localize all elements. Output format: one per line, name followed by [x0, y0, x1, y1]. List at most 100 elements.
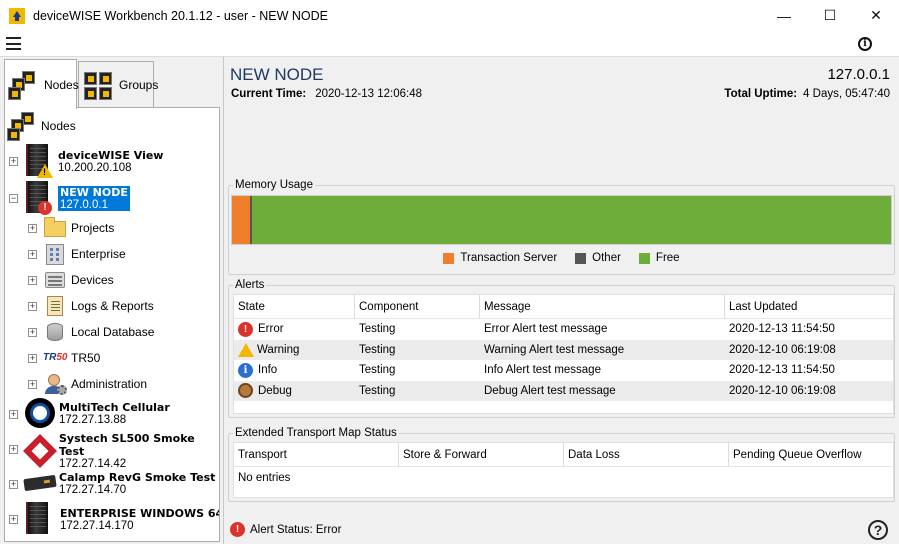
cell-updated: 2020-12-13 11:54:50 — [725, 364, 893, 376]
expand-toggle[interactable]: + — [28, 328, 37, 337]
tree-item-logs[interactable]: Logs & Reports — [43, 295, 154, 317]
folder-icon — [43, 217, 67, 239]
cell-text: Error — [258, 323, 284, 336]
tree-item-tr50[interactable]: TR50 TR50 — [43, 347, 100, 369]
transport-map-table: Transport Store & Forward Data Loss Pend… — [233, 442, 894, 498]
expand-toggle[interactable]: + — [28, 380, 37, 389]
cell-updated: 2020-12-10 06:19:08 — [725, 385, 893, 397]
empty-message: No entries — [238, 472, 291, 484]
column-header-transport[interactable]: Transport — [234, 443, 399, 466]
node-ip: 172.27.14.70 — [59, 483, 127, 496]
close-button[interactable]: ✕ — [853, 0, 899, 31]
systech-icon — [23, 434, 57, 468]
current-time: Current Time: 2020-12-13 12:06:48 — [231, 88, 422, 100]
legend-item: Transaction Server — [443, 252, 557, 264]
legend-item: Other — [575, 252, 621, 264]
tree-node[interactable]: Calamp RevG Smoke Test No 172.27.14.70 — [23, 467, 220, 499]
tab-nodes-label: Nodes — [44, 77, 79, 92]
node-ip: 172.27.14.170 — [60, 519, 134, 532]
node-tree: Nodes + deviceWISE View 10.200.20.108 − … — [4, 107, 220, 542]
error-icon: ! — [230, 522, 245, 537]
expand-toggle[interactable]: + — [28, 250, 37, 259]
tab-groups-label: Groups — [119, 77, 159, 92]
expand-toggle[interactable]: + — [9, 445, 18, 454]
cell-text: Testing — [359, 323, 396, 336]
tree-node[interactable]: MultiTech Cellular 172.27.13.88 — [24, 397, 170, 429]
expand-toggle[interactable]: + — [28, 354, 37, 363]
node-ip: 127.0.0.1 — [60, 198, 108, 211]
cell-component: Testing — [355, 385, 480, 397]
help-icon[interactable]: ? — [868, 520, 888, 540]
error-icon: ! — [238, 321, 253, 337]
tree-node-selected[interactable]: ! NEW NODE 127.0.0.1 — [24, 181, 130, 215]
tree-item-label: TR50 — [71, 351, 101, 365]
tree-item-local-database[interactable]: Local Database — [43, 321, 154, 343]
cell-message: Error Alert test message — [480, 323, 725, 335]
tr50-icon: TR50 — [43, 352, 68, 363]
current-time-label: Current Time: — [231, 88, 307, 100]
column-header-data-loss[interactable]: Data Loss — [564, 443, 729, 466]
expand-toggle[interactable]: + — [9, 480, 18, 489]
tree-item-enterprise[interactable]: Enterprise — [43, 243, 126, 265]
cell-state: i Info — [234, 362, 355, 378]
alert-status-label: Alert Status: — [250, 523, 313, 536]
tree-node[interactable]: deviceWISE View 10.200.20.108 — [24, 144, 163, 178]
column-header-state[interactable]: State — [234, 295, 355, 318]
tree-node[interactable]: Systech SL500 Smoke Test 172.27.14.42 — [23, 432, 219, 470]
memory-segment — [251, 196, 891, 244]
legend-swatch — [638, 252, 650, 264]
table-row[interactable]: i Info Testing Info Alert test message 2020-… — [234, 360, 893, 381]
maximize-button[interactable]: ☐ — [807, 0, 853, 31]
expand-toggle[interactable]: + — [28, 302, 37, 311]
tree-item-devices[interactable]: Devices — [43, 269, 114, 291]
tree-item-label: Projects — [71, 221, 115, 235]
legend-label: Free — [655, 252, 680, 264]
table-row[interactable]: ! Error Testing Error Alert test message 202… — [234, 319, 893, 340]
node-detail-panel: NEW NODE 127.0.0.1 Current Time: 2020-12-… — [224, 57, 899, 544]
app-logo-icon — [9, 7, 25, 24]
legend-label: Transaction Server — [460, 252, 558, 264]
expand-toggle[interactable]: + — [28, 224, 37, 233]
hamburger-menu-icon[interactable] — [6, 37, 21, 50]
cell-text: Debug — [258, 384, 292, 397]
expand-toggle[interactable]: + — [9, 515, 18, 524]
column-header-store-forward[interactable]: Store & Forward — [399, 443, 564, 466]
expand-toggle[interactable]: + — [9, 410, 18, 419]
node-name: deviceWISE View — [58, 148, 164, 162]
expand-toggle[interactable]: + — [9, 157, 18, 166]
node-label: Calamp RevG Smoke Test No 172.27.14.70 — [59, 470, 220, 496]
table-row[interactable]: Warning Testing Warning Alert test message… — [234, 339, 893, 360]
error-icon: ! — [38, 201, 52, 215]
node-ip-header: 127.0.0.1 — [827, 66, 890, 83]
node-title: NEW NODE — [230, 65, 324, 84]
tree-item-administration[interactable]: Administration — [43, 373, 147, 395]
tree-root-label: Nodes — [41, 119, 76, 133]
tree-item-label: Logs & Reports — [71, 299, 154, 313]
info-icon[interactable]: i — [858, 37, 872, 51]
minimize-button[interactable]: — — [761, 0, 807, 31]
column-header-last-updated[interactable]: Last Updated — [725, 295, 893, 318]
tree-node[interactable]: ENTERPRISE WINDOWS 64-BI 172.27.14.170 — [24, 502, 219, 536]
cell-component: Testing — [355, 323, 480, 335]
column-header-message[interactable]: Message — [480, 295, 725, 318]
expand-toggle[interactable]: + — [28, 276, 37, 285]
tab-groups[interactable]: Groups — [78, 61, 158, 107]
nodes-icon — [8, 69, 40, 101]
window-controls: — ☐ ✕ — [761, 0, 899, 31]
database-icon — [43, 321, 67, 343]
cell-text: 2020-12-10 06:19:08 — [729, 384, 836, 397]
tree-item-projects[interactable]: Projects — [43, 217, 114, 239]
tab-nodes[interactable]: Nodes — [4, 59, 79, 109]
table-row[interactable]: Debug Testing Debug Alert test message 2020… — [234, 380, 893, 401]
column-header-component[interactable]: Component — [355, 295, 480, 318]
cell-component: Testing — [355, 364, 480, 376]
nodes-icon — [7, 110, 39, 142]
node-name: Calamp RevG Smoke Test No — [59, 470, 220, 484]
multitech-icon — [24, 397, 56, 429]
tree-root[interactable]: Nodes — [7, 110, 76, 142]
collapse-toggle[interactable]: − — [9, 194, 18, 203]
cell-updated: 2020-12-10 06:19:08 — [725, 344, 893, 356]
memory-usage-group: Memory Usage Transaction Server Other Free — [228, 179, 895, 275]
column-header-pending-queue[interactable]: Pending Queue Overflow — [729, 443, 893, 466]
server-icon: ! — [24, 181, 54, 215]
